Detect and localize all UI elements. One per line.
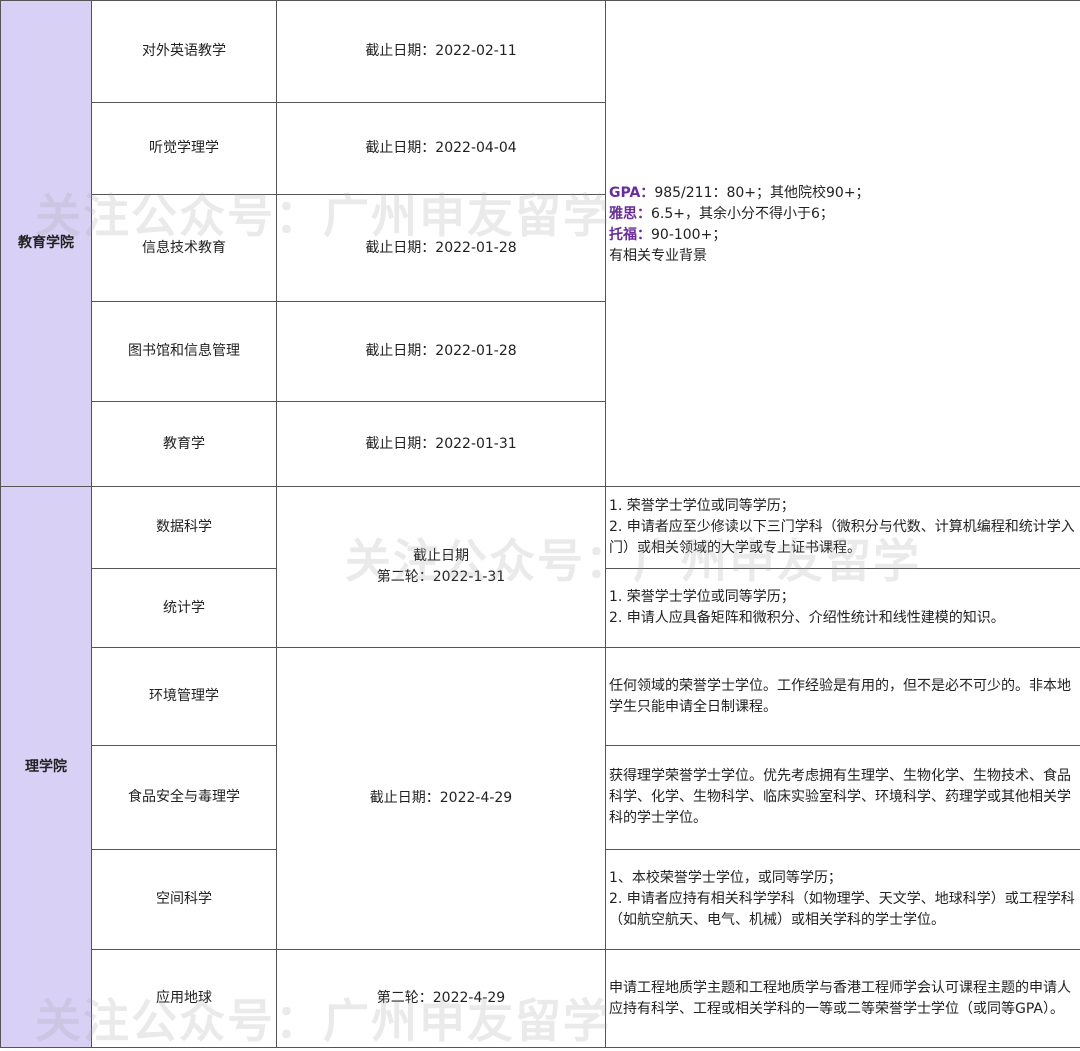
program-deadline: 截止日期：2022-01-28 bbox=[277, 195, 606, 302]
ielts-label: 雅思： bbox=[609, 206, 651, 222]
toefl-label: 托福： bbox=[609, 227, 651, 243]
program-name: 图书馆和信息管理 bbox=[92, 302, 277, 402]
program-deadline: 截止日期：2022-02-11 bbox=[277, 1, 606, 103]
requirement-food-safety: 获得理学荣誉学士学位。优先考虑拥有生理学、生物化学、生物技术、食品科学、化学、生… bbox=[606, 746, 1080, 850]
program-name: 应用地球 bbox=[92, 950, 277, 1048]
program-name: 环境管理学 bbox=[92, 648, 277, 746]
gpa-text: 985/211：80+；其他院校90+； bbox=[654, 185, 869, 201]
program-name: 数据科学 bbox=[92, 487, 277, 569]
program-table: 教育学院 对外英语教学 截止日期：2022-02-11 GPA：985/211：… bbox=[0, 0, 1080, 1048]
program-deadline: 截止日期：2022-01-31 bbox=[277, 402, 606, 487]
requirement-applied-geo: 申请工程地质学主题和工程地质学与香港工程师学会认可课程主题的申请人应持有科学、工… bbox=[606, 950, 1080, 1048]
requirement-space-science: 1、本校荣誉学士学位，或同等学历； 2. 申请者应持有相关科学学科（如物理学、天… bbox=[606, 850, 1080, 950]
background-note: 有相关专业背景 bbox=[609, 246, 1077, 267]
table-row: 理学院 数据科学 截止日期 第二轮：2022-1-31 1. 荣誉学士学位或同等… bbox=[1, 487, 1080, 569]
requirement-statistics: 1. 荣誉学士学位或同等学历； 2. 申请人应具备矩阵和微积分、介绍性统计和线性… bbox=[606, 569, 1080, 648]
requirement-environment: 任何领域的荣誉学士学位。工作经验是有用的，但不是必不可少的。非本地学生只能申请全… bbox=[606, 648, 1080, 746]
table-row: 环境管理学 截止日期：2022-4-29 任何领域的荣誉学士学位。工作经验是有用… bbox=[1, 648, 1080, 746]
program-name: 对外英语教学 bbox=[92, 1, 277, 103]
table-row: 应用地球 第二轮：2022-4-29 申请工程地质学主题和工程地质学与香港工程师… bbox=[1, 950, 1080, 1048]
deadline-round2-apr: 第二轮：2022-4-29 bbox=[277, 950, 606, 1048]
education-requirements: GPA：985/211：80+；其他院校90+； 雅思：6.5+，其余小分不得小… bbox=[606, 1, 1080, 487]
deadline-apr: 截止日期：2022-4-29 bbox=[277, 648, 606, 950]
ielts-text: 6.5+，其余小分不得小于6； bbox=[651, 206, 834, 222]
college-education: 教育学院 bbox=[1, 1, 92, 487]
gpa-label: GPA： bbox=[609, 185, 654, 201]
program-name: 统计学 bbox=[92, 569, 277, 648]
program-deadline: 截止日期：2022-01-28 bbox=[277, 302, 606, 402]
college-science: 理学院 bbox=[1, 487, 92, 1048]
table-row: 教育学院 对外英语教学 截止日期：2022-02-11 GPA：985/211：… bbox=[1, 1, 1080, 103]
program-name: 听觉学理学 bbox=[92, 103, 277, 195]
program-name: 信息技术教育 bbox=[92, 195, 277, 302]
program-name: 教育学 bbox=[92, 402, 277, 487]
program-name: 食品安全与毒理学 bbox=[92, 746, 277, 850]
requirement-data-science: 1. 荣誉学士学位或同等学历； 2. 申请者应至少修读以下三门学科（微积分与代数… bbox=[606, 487, 1080, 569]
deadline-round2-jan: 截止日期 第二轮：2022-1-31 bbox=[277, 487, 606, 648]
program-deadline: 截止日期：2022-04-04 bbox=[277, 103, 606, 195]
program-name: 空间科学 bbox=[92, 850, 277, 950]
toefl-text: 90-100+； bbox=[651, 227, 726, 243]
